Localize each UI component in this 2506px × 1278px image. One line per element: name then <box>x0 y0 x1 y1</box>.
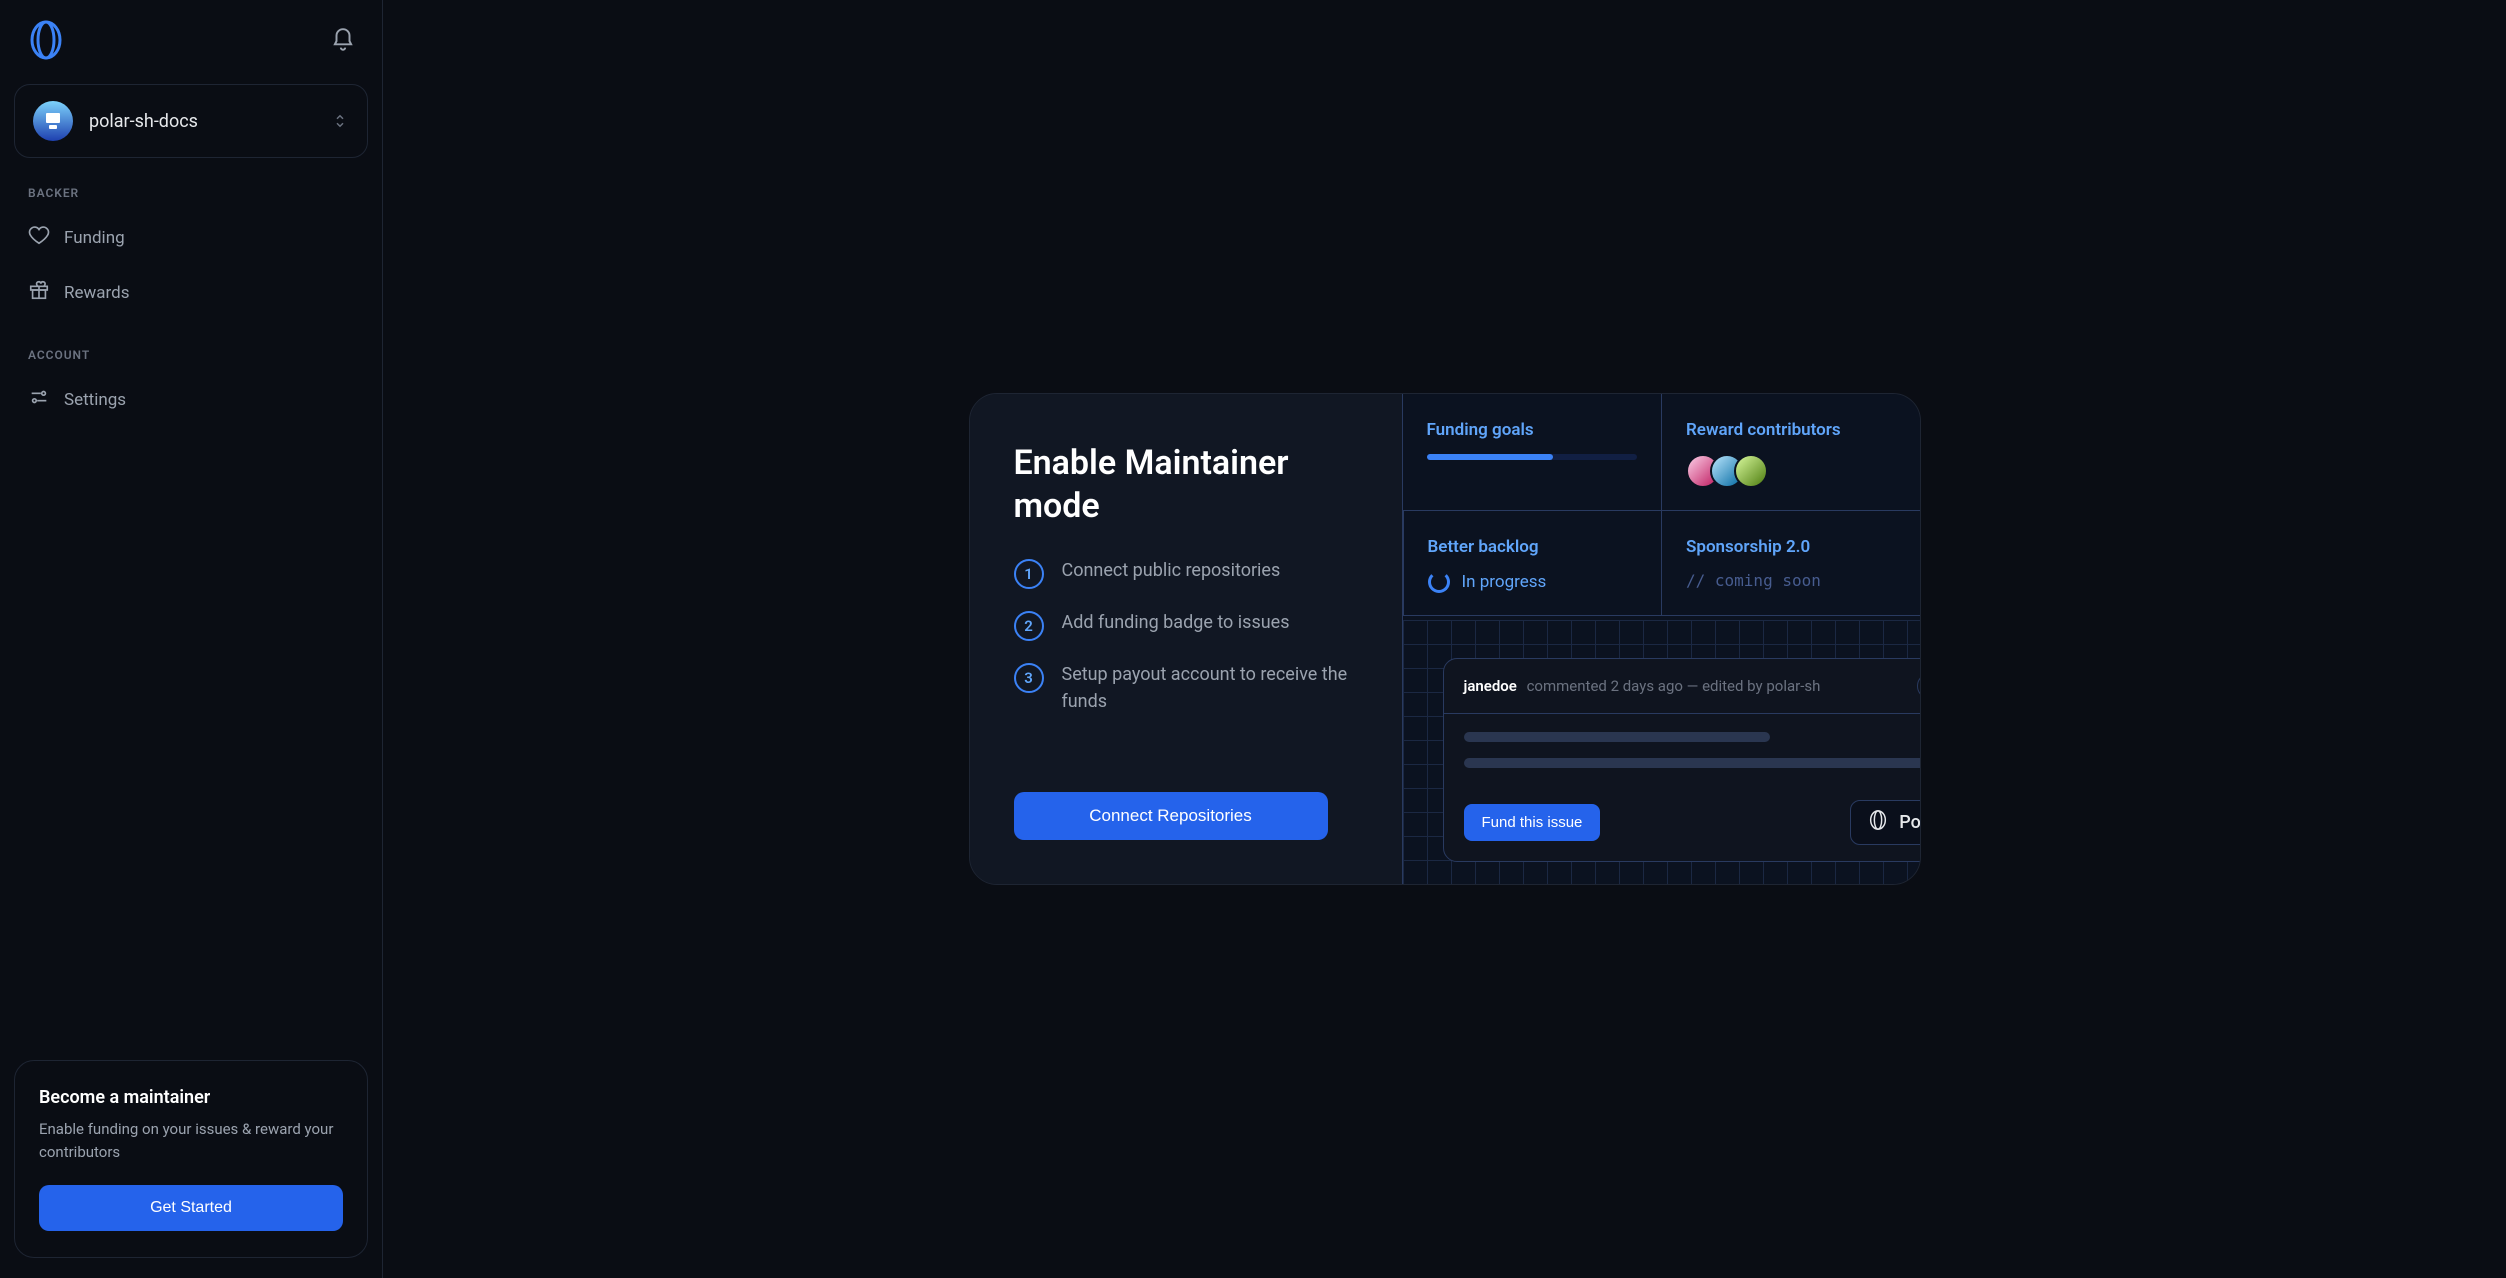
coming-soon-text: // coming soon <box>1686 571 1896 590</box>
placeholder-line <box>1464 732 1771 742</box>
promo-cell-title: Reward contributors <box>1686 420 1896 440</box>
maintainer-promo-card: Become a maintainer Enable funding on yo… <box>14 1060 368 1258</box>
step-number-icon: 2 <box>1014 611 1044 641</box>
promo-cell-title: Funding goals <box>1427 420 1638 440</box>
polar-logo-icon <box>1867 809 1889 836</box>
sidebar: polar-sh-docs BACKER Funding Rewards ACC… <box>0 0 383 1278</box>
contributor-avatars <box>1686 454 1896 488</box>
workspace-switcher[interactable]: polar-sh-docs <box>14 84 368 158</box>
comment-badge: bo <box>1917 673 1921 699</box>
comment-author: janedoe <box>1464 677 1517 695</box>
section-label-account: ACCOUNT <box>14 320 368 372</box>
promo-cell-sponsorship: Sponsorship 2.0 // coming soon <box>1661 511 1920 616</box>
promo-desc: Enable funding on your issues & reward y… <box>39 1118 343 1163</box>
workspace-avatar-icon <box>33 101 73 141</box>
sidebar-item-label: Rewards <box>64 283 129 303</box>
step-text: Setup payout account to receive the fund… <box>1062 661 1358 715</box>
polar-brand-pill: Polar <box>1850 800 1920 845</box>
promo-cell-better-backlog: Better backlog In progress <box>1403 511 1662 616</box>
bell-icon[interactable] <box>330 27 356 53</box>
connect-repositories-button[interactable]: Connect Repositories <box>1014 792 1328 840</box>
hero-title: Enable Maintainer mode <box>1014 442 1358 527</box>
step-1: 1 Connect public repositories <box>1014 557 1358 589</box>
avatar <box>1734 454 1768 488</box>
section-label-backer: BACKER <box>14 158 368 210</box>
sidebar-item-label: Funding <box>64 228 125 248</box>
issue-comment-preview: janedoe commented 2 days ago — edited by… <box>1443 658 1921 862</box>
step-number-icon: 1 <box>1014 559 1044 589</box>
sliders-icon <box>28 386 50 413</box>
step-number-icon: 3 <box>1014 663 1044 693</box>
enable-maintainer-hero: Enable Maintainer mode 1 Connect public … <box>969 393 1921 885</box>
comment-meta: janedoe commented 2 days ago — edited by… <box>1464 676 1821 697</box>
sidebar-item-label: Settings <box>64 390 126 410</box>
sidebar-item-funding[interactable]: Funding <box>14 210 368 265</box>
spinner-icon <box>1428 571 1450 593</box>
sidebar-item-rewards[interactable]: Rewards <box>14 265 368 320</box>
get-started-button[interactable]: Get Started <box>39 1185 343 1231</box>
step-text: Connect public repositories <box>1062 557 1281 584</box>
funding-progress-bar <box>1427 454 1638 460</box>
chevron-up-down-icon <box>331 112 349 130</box>
main-content: Enable Maintainer mode 1 Connect public … <box>383 0 2506 1278</box>
promo-cell-reward-contributors: Reward contributors <box>1661 394 1920 511</box>
logo-icon[interactable] <box>26 20 66 60</box>
polar-brand-label: Polar <box>1899 812 1920 833</box>
heart-icon <box>28 224 50 251</box>
sidebar-item-settings[interactable]: Settings <box>14 372 368 427</box>
workspace-name: polar-sh-docs <box>89 111 315 132</box>
hero-right-panel: Funding goals Reward contributors <box>1402 394 1920 884</box>
placeholder-line <box>1464 758 1921 768</box>
step-text: Add funding badge to issues <box>1062 609 1290 636</box>
step-3: 3 Setup payout account to receive the fu… <box>1014 661 1358 715</box>
promo-title: Become a maintainer <box>39 1087 343 1108</box>
promo-cell-title: Sponsorship 2.0 <box>1686 537 1896 557</box>
step-2: 2 Add funding badge to issues <box>1014 609 1358 641</box>
promo-cell-funding-goals: Funding goals <box>1403 394 1662 511</box>
comment-meta-rest: commented 2 days ago — edited by polar-s… <box>1527 677 1821 695</box>
promo-cell-title: Better backlog <box>1428 537 1638 557</box>
funding-progress-fill <box>1427 454 1553 460</box>
hero-left-panel: Enable Maintainer mode 1 Connect public … <box>970 394 1402 884</box>
gift-icon <box>28 279 50 306</box>
fund-this-issue-button[interactable]: Fund this issue <box>1464 804 1601 841</box>
status-text: In progress <box>1462 572 1547 592</box>
